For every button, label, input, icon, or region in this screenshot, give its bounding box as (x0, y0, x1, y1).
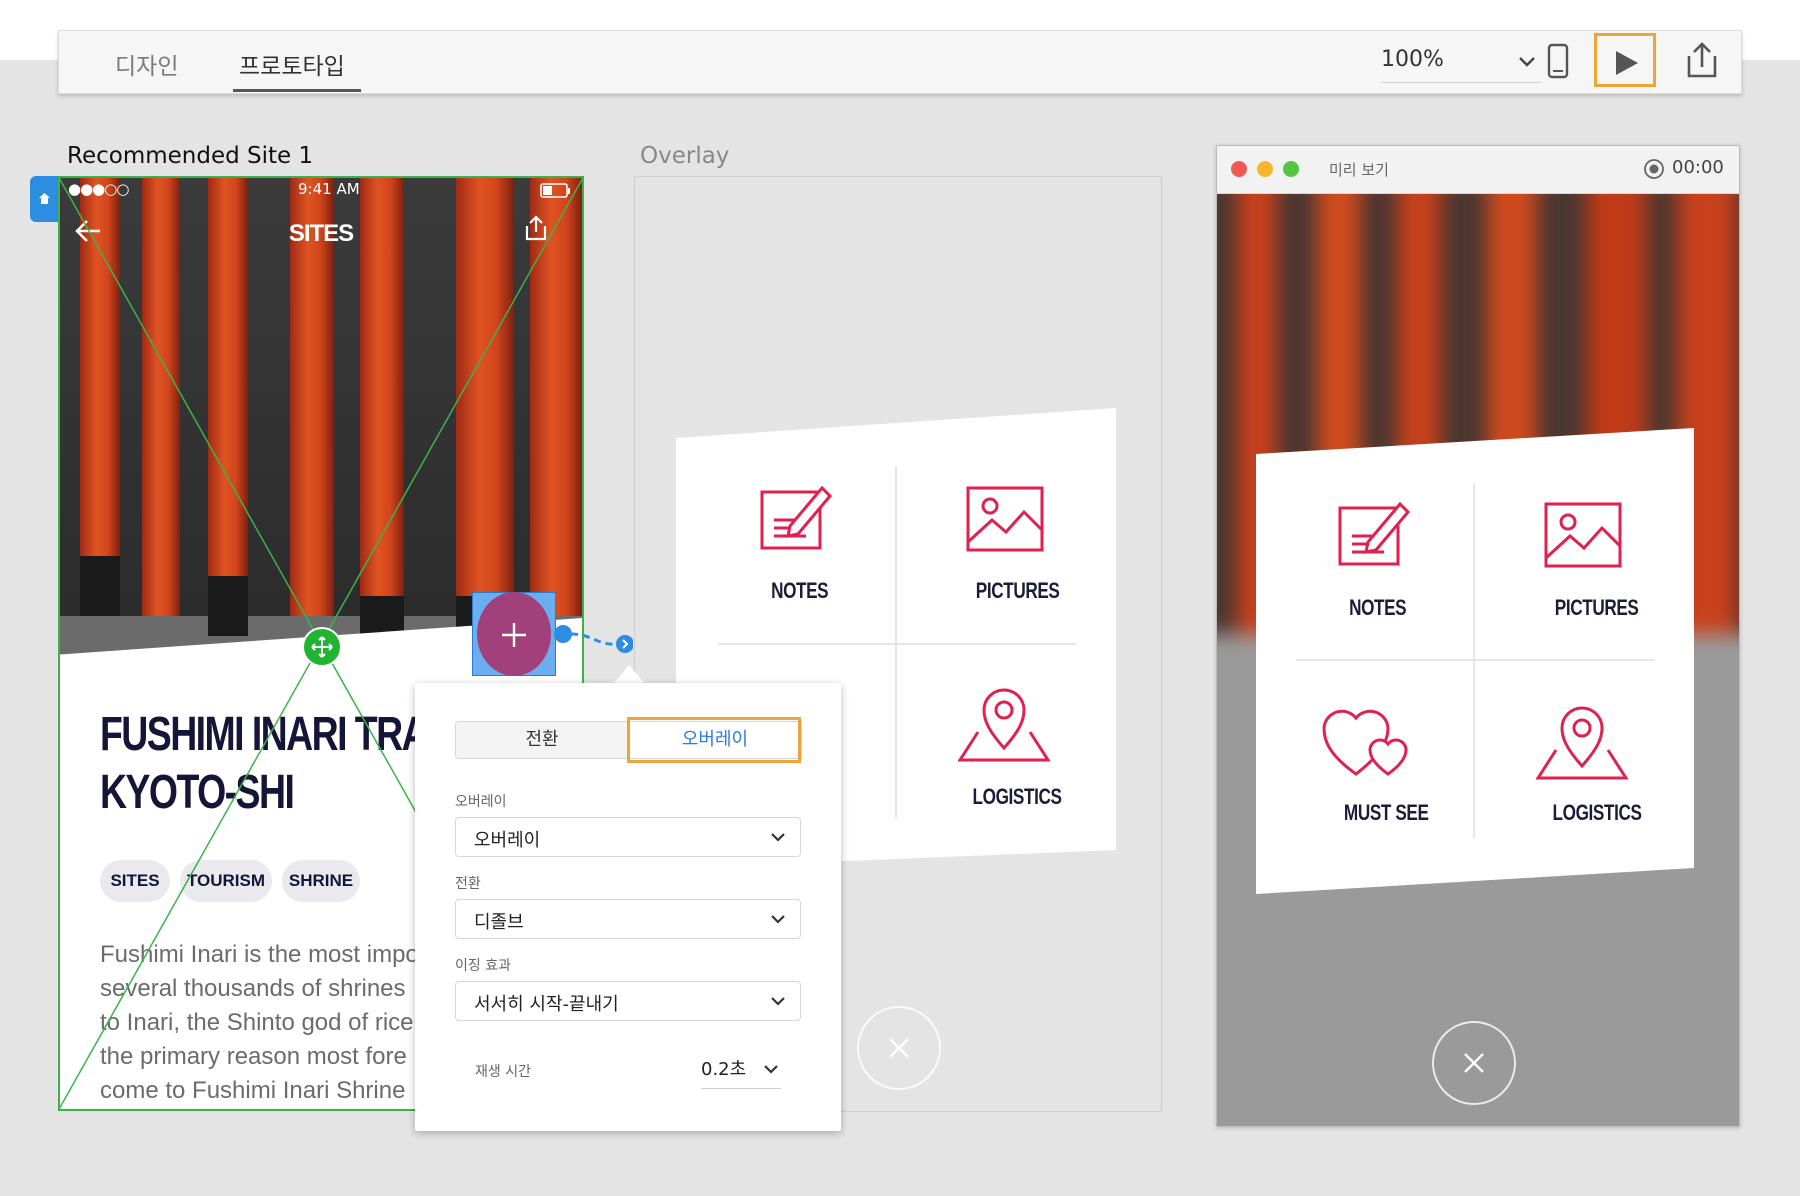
play-icon (1616, 51, 1638, 75)
plus-button[interactable] (477, 592, 551, 676)
artboard-title[interactable]: Recommended Site 1 (67, 143, 313, 169)
record-timer: 00:00 (1672, 157, 1724, 178)
chevron-down-icon (1519, 57, 1535, 67)
popover-arrow (612, 665, 646, 685)
chevron-down-icon (771, 997, 785, 1006)
tab-design[interactable]: 디자인 (115, 47, 178, 81)
zoom-value: 100% (1381, 47, 1444, 72)
tab-prototype[interactable]: 프로토타입 (239, 47, 345, 81)
preview-close-button[interactable] (1432, 1021, 1516, 1105)
chevron-down-icon (771, 833, 785, 842)
location-pin-icon (958, 688, 1050, 762)
toolbar: 디자인 프로토타입 100% (58, 30, 1742, 94)
overlay-select[interactable]: 오버레이 (455, 817, 801, 857)
notes-icon (760, 485, 832, 550)
close-icon (889, 1038, 909, 1058)
preview-notes-label: NOTES (1349, 595, 1407, 620)
logistics-label: LOGISTICS (972, 784, 1062, 809)
record-icon[interactable] (1643, 158, 1665, 180)
close-window-button[interactable] (1231, 161, 1247, 177)
move-handle[interactable] (302, 627, 342, 667)
preview-must-see-label: MUST SEE (1343, 800, 1429, 825)
preview-overlay-card (1256, 428, 1694, 894)
minimize-window-button[interactable] (1257, 161, 1273, 177)
easing-select[interactable]: 서서히 시작-끝내기 (455, 981, 801, 1021)
overlay-select-value: 오버레이 (474, 830, 541, 851)
transition-select[interactable]: 디졸브 (455, 899, 801, 939)
preview-pictures-label: PICTURES (1554, 595, 1639, 620)
transition-select-value: 디졸브 (474, 912, 524, 933)
plus-icon (502, 623, 526, 647)
duration-field-label: 재생 시간 (475, 1064, 531, 1080)
link-connector[interactable] (553, 620, 633, 654)
phone-icon[interactable] (1547, 43, 1569, 79)
chevron-down-icon (764, 1065, 778, 1074)
artboard-title-overlay[interactable]: Overlay (640, 143, 729, 169)
overlay-highlight (627, 717, 801, 763)
maximize-window-button[interactable] (1283, 161, 1299, 177)
home-artboard-tab[interactable] (30, 176, 58, 222)
notes-label: NOTES (771, 578, 829, 603)
overlay-close-button[interactable] (857, 1006, 941, 1090)
chevron-down-icon (771, 915, 785, 924)
easing-field-label: 이징 효과 (455, 958, 511, 974)
play-button[interactable] (1594, 33, 1656, 87)
home-icon (39, 193, 50, 204)
transition-field-label: 전환 (455, 876, 481, 892)
duration-value: 0.2초 (701, 1059, 747, 1080)
share-icon[interactable] (1684, 41, 1720, 79)
interaction-popover: 전환 오버레이 오버레이 오버레이 전환 디졸브 이징 효과 서서히 시작-끝내… (415, 683, 841, 1131)
pictures-icon (1544, 502, 1622, 568)
location-pin-icon (1536, 706, 1628, 780)
close-icon (1464, 1053, 1484, 1073)
active-tab-indicator (233, 89, 361, 92)
segment-transition[interactable]: 전환 (456, 722, 628, 758)
move-icon (311, 636, 333, 658)
duration-select[interactable]: 0.2초 (701, 1049, 781, 1089)
pictures-label: PICTURES (975, 578, 1060, 603)
preview-title: 미리 보기 (1329, 161, 1389, 179)
heart-icon (1322, 709, 1408, 776)
preview-titlebar: 미리 보기 00:00 (1217, 146, 1739, 194)
notes-icon (1338, 501, 1410, 566)
zoom-select[interactable]: 100% (1381, 47, 1541, 83)
preview-logistics-label: LOGISTICS (1552, 800, 1642, 825)
easing-select-value: 서서히 시작-끝내기 (474, 994, 619, 1015)
pictures-icon (966, 486, 1044, 552)
overlay-field-label: 오버레이 (455, 794, 507, 810)
